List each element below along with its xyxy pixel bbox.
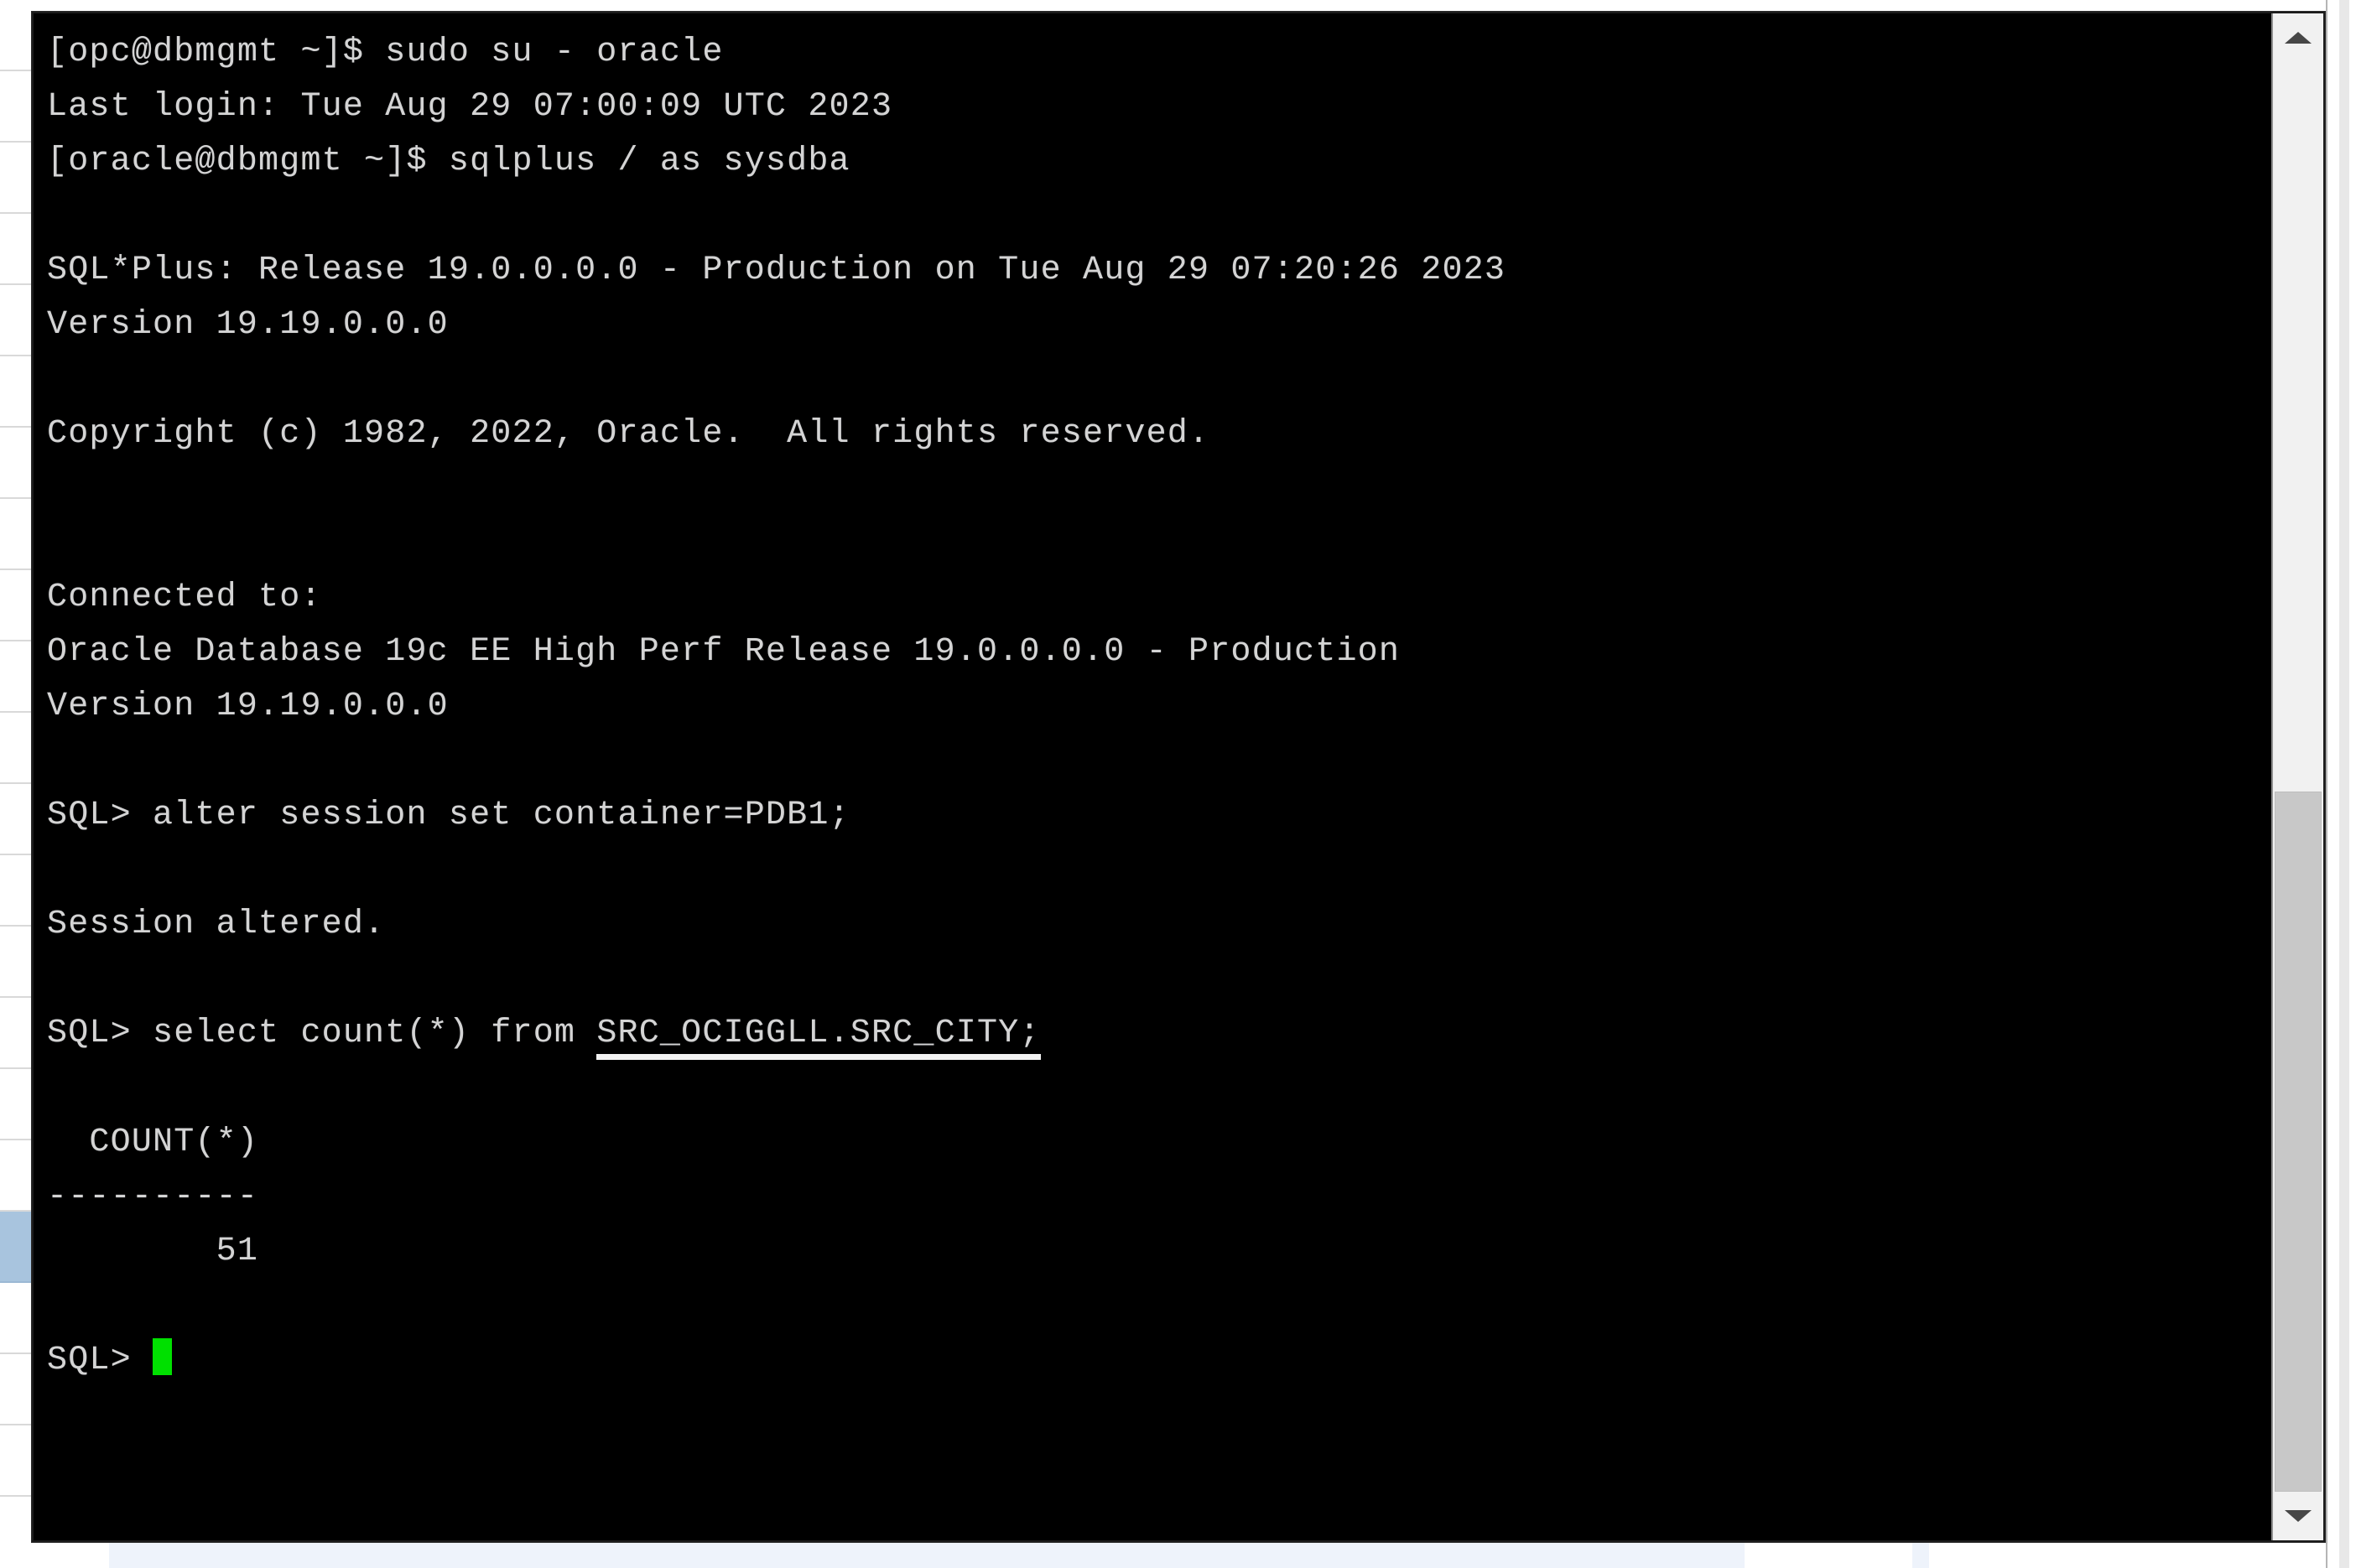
terminal-text-segment: [opc@dbmgmt ~]$ sudo su - oracle [47, 34, 724, 71]
terminal-text-segment: ---------- [47, 1178, 259, 1216]
terminal-line: Session altered. [47, 897, 2271, 952]
terminal-text-segment: Last login: Tue Aug 29 07:00:09 UTC 2023 [47, 88, 893, 126]
terminal-line: SQL> [47, 1333, 2271, 1388]
terminal-line: Oracle Database 19c EE High Perf Release… [47, 625, 2271, 679]
terminal-line [47, 189, 2271, 243]
terminal-line: ---------- [47, 1170, 2271, 1224]
terminal-line [47, 734, 2271, 788]
terminal-line: SQL> alter session set container=PDB1; [47, 788, 2271, 843]
terminal-line: 51 [47, 1224, 2271, 1279]
terminal-line: SQL> select count(*) from SRC_OCIGGLL.SR… [47, 1006, 2271, 1061]
terminal-line: Last login: Tue Aug 29 07:00:09 UTC 2023 [47, 80, 2271, 134]
scrollbar-track[interactable] [2273, 62, 2323, 1492]
terminal-text-segment: Connected to: [47, 579, 322, 616]
terminal-text-segment: Version 19.19.0.0.0 [47, 306, 449, 344]
terminal-line: COUNT(*) [47, 1115, 2271, 1170]
window-right-frame-inner [2339, 0, 2349, 1568]
terminal-output-area[interactable]: [opc@dbmgmt ~]$ sudo su - oracle Last log… [34, 13, 2271, 1540]
terminal-line [47, 1279, 2271, 1333]
terminal-line: SQL*Plus: Release 19.0.0.0.0 - Productio… [47, 243, 2271, 298]
terminal-line [47, 952, 2271, 1006]
terminal-text-segment: SQL> select count(*) from [47, 1015, 597, 1052]
terminal-line [47, 843, 2271, 897]
terminal-line: Copyright (c) 1982, 2022, Oracle. All ri… [47, 407, 2271, 461]
terminal-text-segment: Oracle Database 19c EE High Perf Release… [47, 633, 1401, 671]
terminal-text-segment: Version 19.19.0.0.0 [47, 688, 449, 725]
text-cursor [153, 1338, 173, 1375]
terminal-text-segment: COUNT(*) [47, 1124, 259, 1161]
terminal-line: [opc@dbmgmt ~]$ sudo su - oracle [47, 25, 2271, 80]
chevron-down-icon [2285, 1510, 2312, 1522]
terminal-line: Connected to: [47, 570, 2271, 625]
terminal-text-segment: SQL*Plus: Release 19.0.0.0.0 - Productio… [47, 252, 1506, 289]
vertical-scrollbar[interactable] [2271, 13, 2323, 1540]
underlined-table-reference: SRC_OCIGGLL.SRC_CITY; [596, 1015, 1041, 1060]
terminal-text-segment: Copyright (c) 1982, 2022, Oracle. All ri… [47, 415, 1210, 453]
terminal-line: [oracle@dbmgmt ~]$ sqlplus / as sysdba [47, 134, 2271, 189]
terminal-line [47, 516, 2271, 570]
terminal-text-segment: SQL> alter session set container=PDB1; [47, 797, 850, 834]
terminal-line: Version 19.19.0.0.0 [47, 298, 2271, 352]
terminal-line [47, 352, 2271, 407]
terminal-text-segment: SQL> [47, 1342, 153, 1379]
terminal-text-segment: [oracle@dbmgmt ~]$ sqlplus / as sysdba [47, 143, 850, 180]
chevron-up-icon [2285, 32, 2312, 44]
terminal-text-segment: 51 [47, 1233, 259, 1270]
scrollbar-thumb[interactable] [2275, 791, 2322, 1492]
terminal-window[interactable]: [opc@dbmgmt ~]$ sudo su - oracle Last log… [32, 12, 2325, 1542]
terminal-line [47, 461, 2271, 516]
scrollbar-down-button[interactable] [2273, 1492, 2323, 1540]
terminal-line [47, 1061, 2271, 1115]
terminal-text-segment: Session altered. [47, 906, 386, 943]
terminal-line: Version 19.19.0.0.0 [47, 679, 2271, 734]
scrollbar-up-button[interactable] [2273, 13, 2323, 62]
window-right-frame [2326, 0, 2356, 1568]
